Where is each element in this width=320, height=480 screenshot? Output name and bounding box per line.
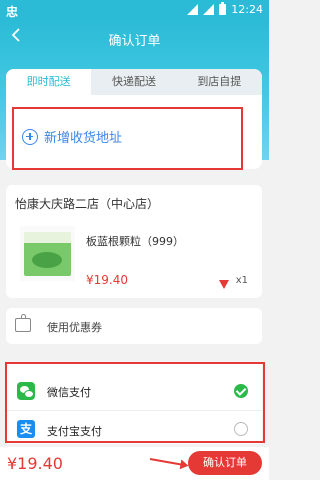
confirm-order-button[interactable]: 确认订单 <box>188 451 262 475</box>
status-bar: 忠 12:24 <box>0 0 269 20</box>
signal-icon <box>187 4 199 15</box>
highlight-box-payment <box>5 362 265 443</box>
highlight-box-address <box>12 107 243 170</box>
carrier-icon: 忠 <box>6 5 19 19</box>
status-icons: 12:24 <box>187 2 263 16</box>
coupon-bag-icon <box>15 314 31 332</box>
battery-icon <box>219 2 227 15</box>
product-image[interactable] <box>20 226 75 281</box>
store-card: 怡康大庆路二店（中心店） 板蓝根颗粒（999） ¥19.40 x1 <box>6 185 262 298</box>
tab-instant-delivery[interactable]: 即时配送 <box>6 69 92 95</box>
page-title: 确认订单 <box>108 34 161 49</box>
product-quantity: x1 <box>235 275 248 286</box>
store-name: 怡康大庆路二店（中心店） <box>15 197 160 211</box>
product-box-icon <box>24 232 71 276</box>
coupon-label: 使用优惠券 <box>47 321 102 334</box>
order-total: ¥19.40 <box>7 454 63 473</box>
red-arrow-down-icon <box>219 280 229 289</box>
bottom-bar: ¥19.40 确认订单 <box>0 447 269 480</box>
tab-row: 即时配送 快递配送 到店自提 <box>6 69 262 95</box>
status-time: 12:24 <box>231 3 263 16</box>
product-name: 板蓝根颗粒（999） <box>86 235 184 248</box>
product-price: ¥19.40 <box>86 273 128 287</box>
tab-express-delivery[interactable]: 快递配送 <box>91 69 176 95</box>
signal-icon <box>203 4 215 15</box>
coupon-row[interactable]: 使用优惠券 <box>6 308 262 344</box>
tab-store-pickup[interactable]: 到店自提 <box>177 69 262 95</box>
